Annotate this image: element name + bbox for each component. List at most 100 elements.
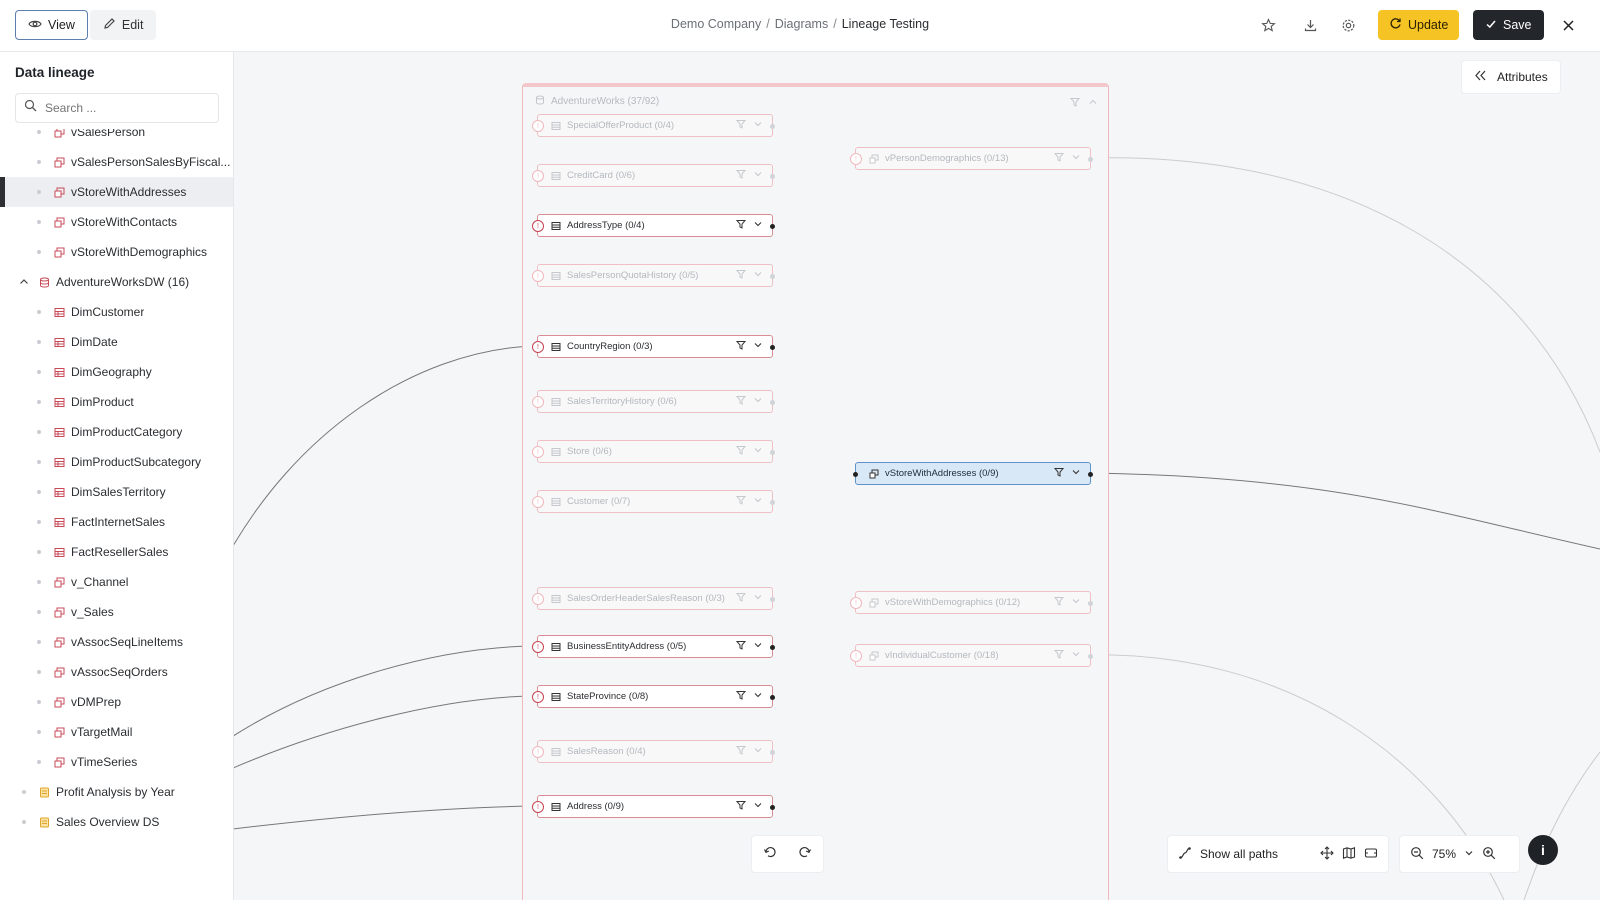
- expand-port-icon[interactable]: !: [532, 691, 544, 703]
- chevron-down-icon[interactable]: [1464, 847, 1474, 861]
- edit-mode-button[interactable]: Edit: [89, 10, 157, 40]
- chevron-down-icon[interactable]: [753, 445, 763, 458]
- tree-item[interactable]: DimProductSubcategory: [0, 447, 233, 477]
- tree-item[interactable]: vStoreWithAddresses: [0, 177, 233, 207]
- lineage-canvas[interactable]: AdventureWorks (37/92) ! SpecialOfferProd…: [234, 52, 1600, 900]
- filter-icon[interactable]: [1069, 94, 1081, 112]
- expand-port-icon[interactable]: !: [532, 341, 544, 353]
- update-button[interactable]: Update: [1378, 10, 1460, 40]
- chevron-down-icon[interactable]: [753, 640, 763, 653]
- expand-port-icon[interactable]: !: [532, 801, 544, 813]
- lineage-node[interactable]: ! SalesOrderHeaderSalesReason (0/3): [532, 587, 775, 610]
- chevron-down-icon[interactable]: [1071, 152, 1081, 165]
- tree-item[interactable]: FactInternetSales: [0, 507, 233, 537]
- tree-item[interactable]: vTargetMail: [0, 717, 233, 747]
- filter-icon[interactable]: [1053, 649, 1065, 662]
- lineage-node[interactable]: ! SalesReason (0/4): [532, 740, 775, 763]
- lineage-node[interactable]: vStoreWithAddresses (0/9): [853, 462, 1093, 485]
- expand-port-icon[interactable]: !: [532, 593, 544, 605]
- tree-item[interactable]: AdventureWorksDW (16): [0, 267, 233, 297]
- expand-port-icon[interactable]: !: [532, 746, 544, 758]
- expand-port-icon[interactable]: !: [532, 120, 544, 132]
- redo-icon[interactable]: [798, 845, 812, 864]
- tree-item[interactable]: DimDate: [0, 327, 233, 357]
- filter-icon[interactable]: [735, 640, 747, 653]
- filter-icon[interactable]: [735, 800, 747, 813]
- filter-icon[interactable]: [735, 169, 747, 182]
- lineage-node[interactable]: ! SalesPersonQuotaHistory (0/5): [532, 264, 775, 287]
- filter-icon[interactable]: [735, 119, 747, 132]
- chevron-down-icon[interactable]: [753, 690, 763, 703]
- fit-view-icon[interactable]: [1320, 845, 1334, 863]
- tree-item[interactable]: Profit Analysis by Year: [0, 777, 233, 807]
- search-input[interactable]: [45, 101, 205, 115]
- expand-port-icon[interactable]: !: [532, 496, 544, 508]
- tree-item[interactable]: DimProductCategory: [0, 417, 233, 447]
- filter-icon[interactable]: [735, 690, 747, 703]
- chevron-down-icon[interactable]: [753, 269, 763, 282]
- filter-icon[interactable]: [1053, 467, 1065, 480]
- tree-item[interactable]: vAssocSeqLineItems: [0, 627, 233, 657]
- lineage-node[interactable]: ! StateProvince (0/8): [532, 685, 775, 708]
- chevron-down-icon[interactable]: [753, 745, 763, 758]
- tree-item[interactable]: vStoreWithDemographics: [0, 237, 233, 267]
- view-mode-button[interactable]: View: [15, 10, 88, 40]
- star-icon[interactable]: [1258, 15, 1278, 35]
- chevron-up-icon[interactable]: [19, 277, 29, 287]
- tree-item[interactable]: FactResellerSales: [0, 537, 233, 567]
- expand-port-icon[interactable]: !: [532, 170, 544, 182]
- expand-port-icon[interactable]: !: [850, 597, 862, 609]
- attributes-button[interactable]: Attributes: [1461, 60, 1561, 94]
- breadcrumb-company[interactable]: Demo Company: [671, 17, 761, 31]
- chevron-down-icon[interactable]: [753, 592, 763, 605]
- tree-item[interactable]: Sales Overview DS: [0, 807, 233, 837]
- tree-item[interactable]: DimGeography: [0, 357, 233, 387]
- tree-item[interactable]: v_Sales: [0, 597, 233, 627]
- filter-icon[interactable]: [735, 395, 747, 408]
- tree-item[interactable]: vStoreWithContacts: [0, 207, 233, 237]
- zoom-level[interactable]: 75%: [1432, 847, 1456, 861]
- lineage-node[interactable]: ! vIndividualCustomer (0/18): [850, 644, 1093, 667]
- expand-port-icon[interactable]: !: [532, 270, 544, 282]
- map-icon[interactable]: [1342, 846, 1356, 863]
- zoom-out-icon[interactable]: [1410, 846, 1424, 863]
- tree-item[interactable]: vDMPrep: [0, 687, 233, 717]
- expand-port-icon[interactable]: !: [532, 396, 544, 408]
- close-icon[interactable]: [1558, 15, 1578, 35]
- chevron-down-icon[interactable]: [753, 219, 763, 232]
- filter-icon[interactable]: [735, 445, 747, 458]
- chevron-down-icon[interactable]: [753, 340, 763, 353]
- info-icon[interactable]: i: [1528, 835, 1558, 865]
- filter-icon[interactable]: [735, 592, 747, 605]
- expand-port-icon[interactable]: !: [532, 220, 544, 232]
- lineage-node[interactable]: ! SalesTerritoryHistory (0/6): [532, 390, 775, 413]
- chevron-down-icon[interactable]: [753, 119, 763, 132]
- lineage-node[interactable]: ! vStoreWithDemographics (0/12): [850, 591, 1093, 614]
- filter-icon[interactable]: [735, 340, 747, 353]
- filter-icon[interactable]: [1053, 596, 1065, 609]
- filter-icon[interactable]: [1053, 152, 1065, 165]
- lineage-node[interactable]: ! Address (0/9): [532, 795, 775, 818]
- chevron-up-icon[interactable]: [1088, 94, 1098, 112]
- expand-port-icon[interactable]: !: [532, 446, 544, 458]
- breadcrumb-diagrams[interactable]: Diagrams: [775, 17, 829, 31]
- filter-icon[interactable]: [735, 495, 747, 508]
- expand-port-icon[interactable]: !: [532, 641, 544, 653]
- chevron-down-icon[interactable]: [1071, 596, 1081, 609]
- lineage-node[interactable]: ! SpecialOfferProduct (0/4): [532, 114, 775, 137]
- lineage-node[interactable]: ! Customer (0/7): [532, 490, 775, 513]
- expand-port-icon[interactable]: !: [850, 153, 862, 165]
- lineage-node[interactable]: ! AddressType (0/4): [532, 214, 775, 237]
- zoom-in-icon[interactable]: [1482, 846, 1496, 863]
- layout-icon[interactable]: [1364, 846, 1378, 863]
- tree-item[interactable]: vSalesPerson: [0, 129, 233, 147]
- save-button[interactable]: Save: [1473, 10, 1544, 40]
- chevron-down-icon[interactable]: [1071, 649, 1081, 662]
- undo-icon[interactable]: [763, 845, 777, 864]
- tree-item[interactable]: vAssocSeqOrders: [0, 657, 233, 687]
- tree-item[interactable]: DimProduct: [0, 387, 233, 417]
- lineage-node[interactable]: ! vPersonDemographics (0/13): [850, 147, 1093, 170]
- lineage-node[interactable]: ! CreditCard (0/6): [532, 164, 775, 187]
- tree-item[interactable]: v_Channel: [0, 567, 233, 597]
- filter-icon[interactable]: [735, 269, 747, 282]
